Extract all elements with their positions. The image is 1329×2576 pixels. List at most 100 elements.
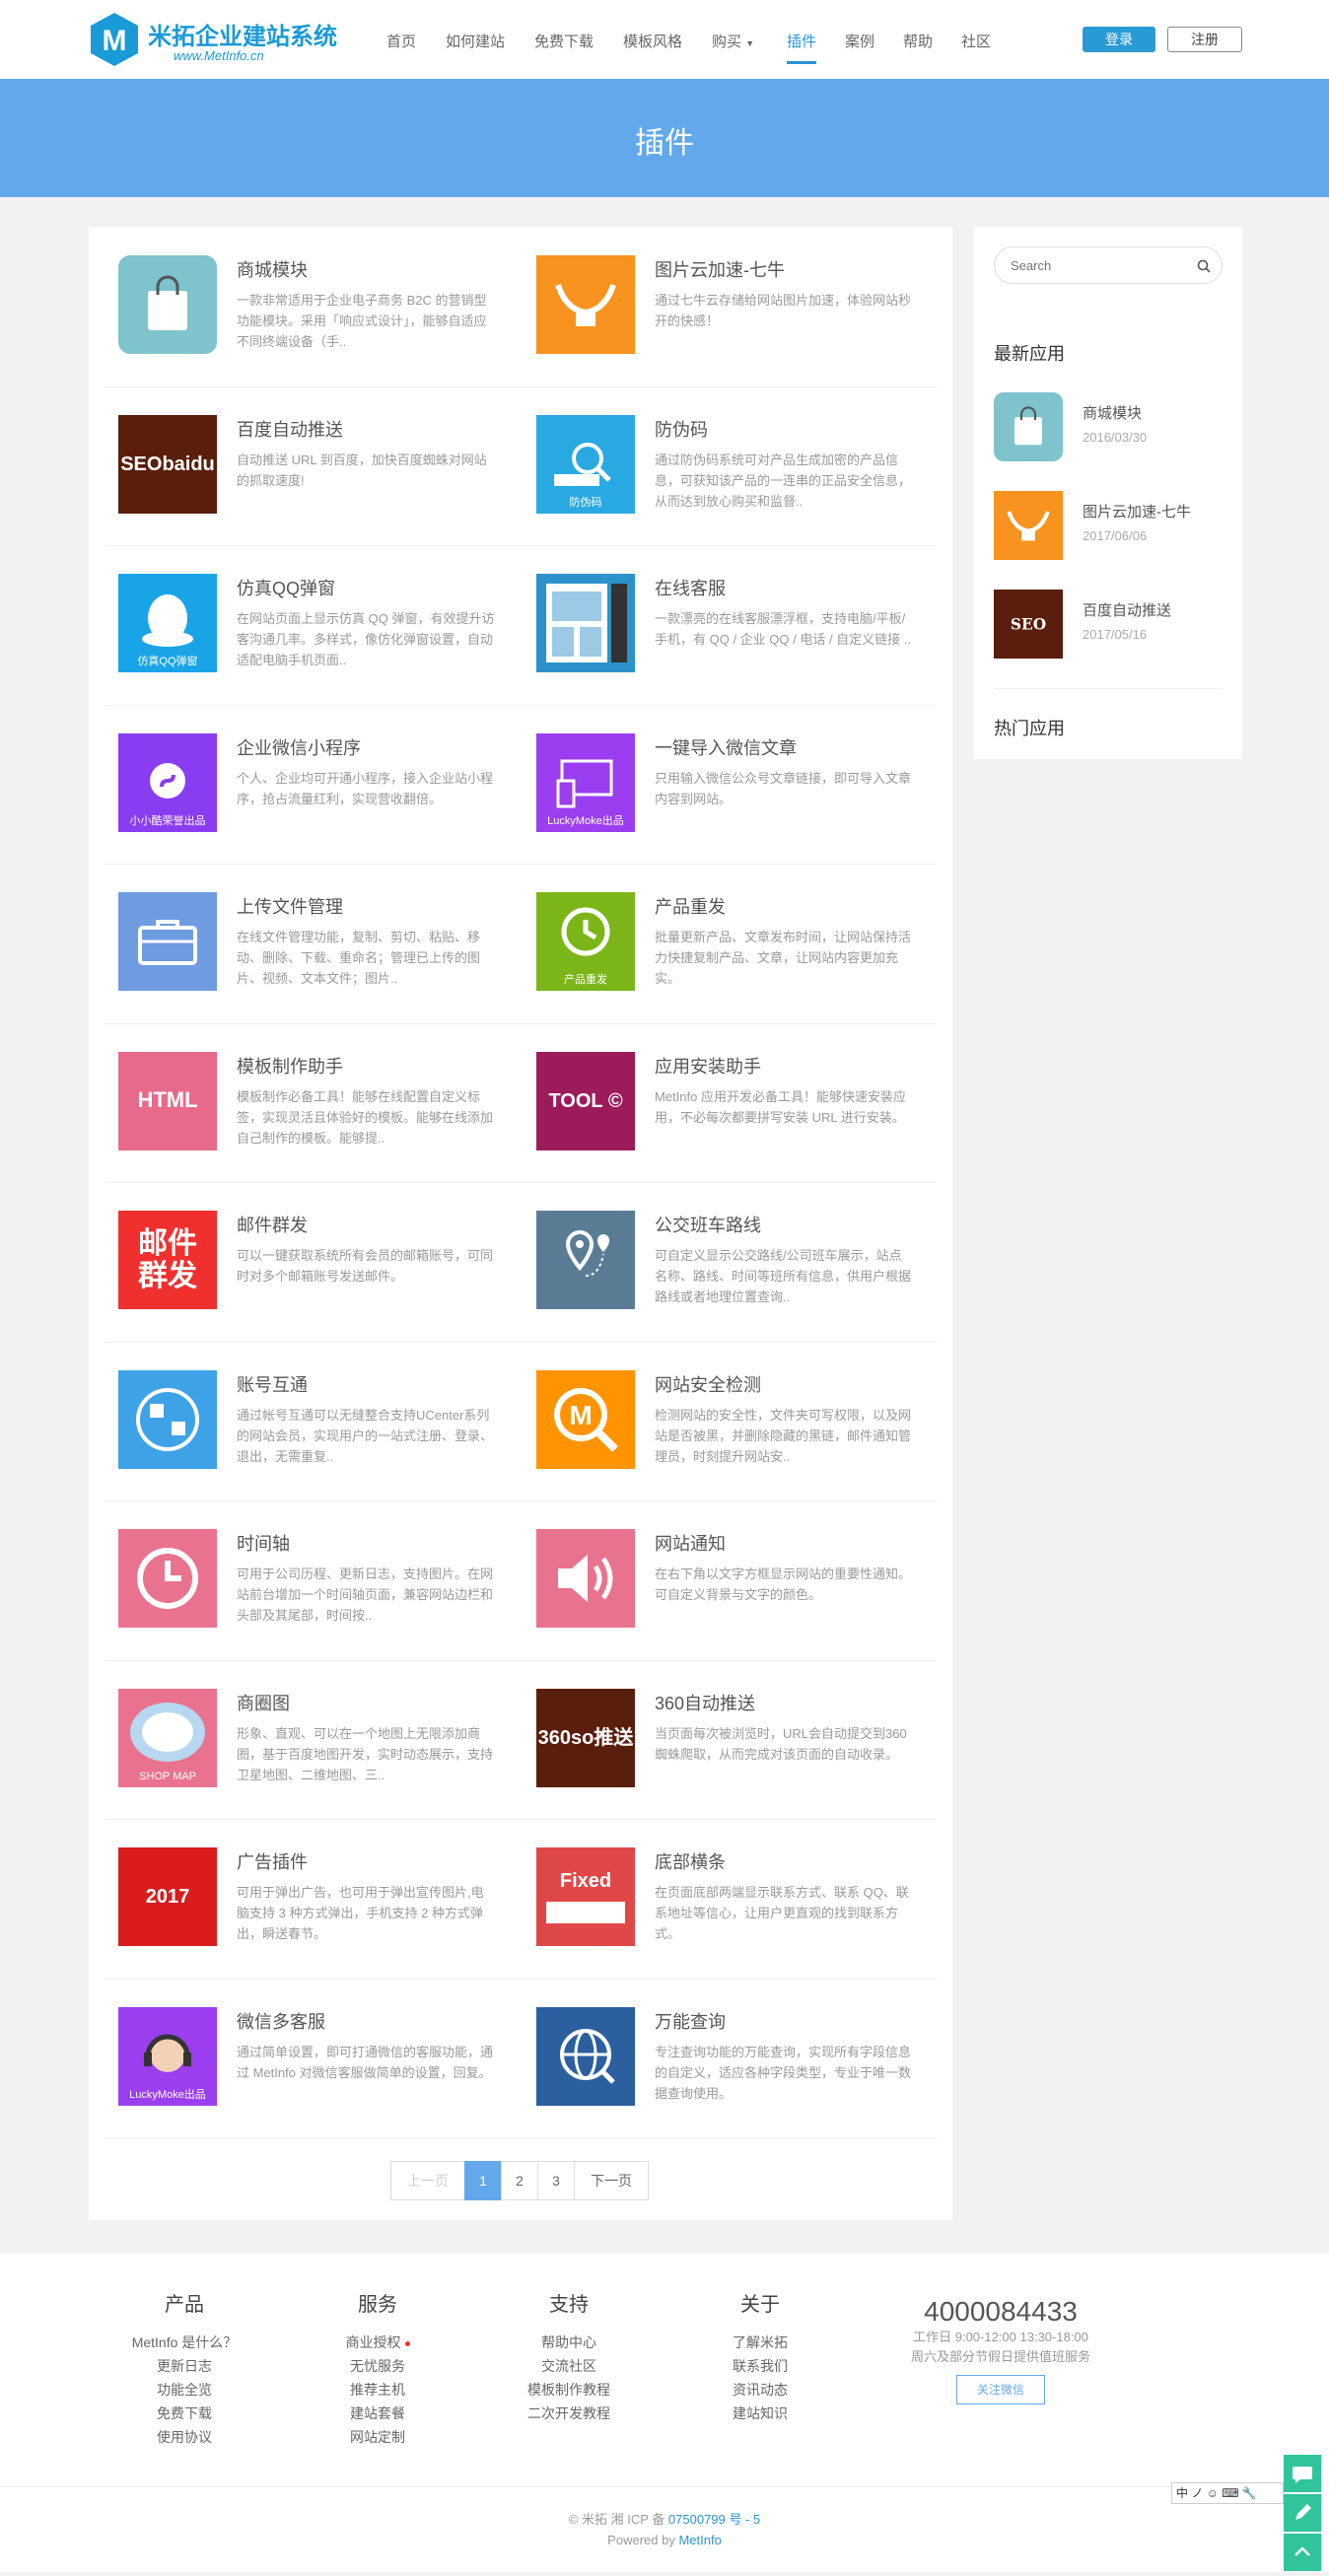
follow-wechat-button[interactable]: 关注微信 xyxy=(956,2375,1045,2404)
plugin-card[interactable]: 网站通知 在右下角以文字方框显示网站的重要性通知。可自定义背景与文字的颜色。 xyxy=(507,1500,925,1659)
nav-help[interactable]: 帮助 xyxy=(903,31,933,51)
plugin-thumb[interactable]: 邮件 群发 xyxy=(118,1211,217,1309)
nav-templates[interactable]: 模板风格 xyxy=(623,31,682,51)
plugin-title[interactable]: 百度自动推送 xyxy=(237,416,343,442)
plugin-title[interactable]: 万能查询 xyxy=(655,2008,726,2034)
plugin-card[interactable]: 产品重发 产品重发 批量更新产品、文章发布时间，让网站保持活力快捷复制产品、文章，让… xyxy=(507,864,925,1022)
plugin-thumb[interactable]: M xyxy=(536,1369,635,1469)
plugin-thumb[interactable] xyxy=(536,2006,635,2106)
footer-link[interactable]: 联系我们 xyxy=(681,2354,839,2378)
plugin-thumb[interactable]: LuckyMoke出品 xyxy=(118,2006,217,2106)
plugin-thumb[interactable]: SHOP MAP xyxy=(118,1688,217,1787)
plugin-card[interactable]: 商城模块 一款非常适用于企业电子商务 B2C 的营销型功能模块。采用「响应式设计」… xyxy=(89,227,507,385)
plugin-thumb[interactable]: 小小酷荣誉出品 xyxy=(118,732,217,832)
plugin-card[interactable]: 万能查询 专注查询功能的万能查询，实现所有字段信息的自定义，适应各种字段类型，专业… xyxy=(507,1979,925,2137)
page-3-button[interactable]: 3 xyxy=(537,2161,575,2200)
plugin-title[interactable]: 底部横条 xyxy=(655,1848,726,1874)
plugin-title[interactable]: 时间轴 xyxy=(237,1530,290,1556)
nav-home[interactable]: 首页 xyxy=(386,31,416,51)
plugin-thumb[interactable] xyxy=(536,255,635,354)
plugin-title[interactable]: 应用安装助手 xyxy=(655,1053,761,1079)
plugin-title[interactable]: 在线客服 xyxy=(655,575,726,600)
footer-link[interactable]: 资讯动态 xyxy=(681,2378,839,2402)
latest-app-item[interactable]: 商城模块 2016/03/30 xyxy=(994,392,1223,461)
plugin-thumb[interactable]: LuckyMoke出品 xyxy=(536,732,635,832)
plugin-card[interactable]: 时间轴 可用于公司历程、更新日志，支持图片。在网站前台增加一个时间轴页面，兼容网站… xyxy=(89,1500,507,1659)
plugin-title[interactable]: 模板制作助手 xyxy=(237,1053,343,1079)
login-button[interactable]: 登录 xyxy=(1083,27,1155,52)
plugin-title[interactable]: 企业微信小程序 xyxy=(237,734,361,760)
plugin-card[interactable]: 在线客服 一款漂亮的在线客服漂浮框，支持电脑/平板/手机，有 QQ / 企业 QQ… xyxy=(507,545,925,704)
plugin-thumb[interactable] xyxy=(536,1529,635,1628)
footer-link[interactable]: 二次开发教程 xyxy=(490,2402,648,2425)
footer-link[interactable]: 商业授权 xyxy=(299,2331,456,2354)
prev-page-button[interactable]: 上一页 xyxy=(390,2161,465,2200)
nav-how-to-build[interactable]: 如何建站 xyxy=(446,31,505,51)
nav-free-download[interactable]: 免费下载 xyxy=(534,31,594,51)
plugin-card[interactable]: 2017 广告插件 可用于弹出广告，也可用于弹出宣传图片,电脑支持 3 种方式弹出，… xyxy=(89,1819,507,1978)
plugin-title[interactable]: 微信多客服 xyxy=(237,2008,325,2034)
plugin-title[interactable]: 网站通知 xyxy=(655,1530,726,1556)
plugin-title[interactable]: 仿真QQ弹窗 xyxy=(237,575,335,600)
page-2-button[interactable]: 2 xyxy=(501,2161,538,2200)
footer-link[interactable]: 更新日志 xyxy=(105,2354,263,2378)
plugin-title[interactable]: 账号互通 xyxy=(237,1371,308,1397)
plugin-thumb[interactable] xyxy=(118,1529,217,1628)
footer-link[interactable]: 网站定制 xyxy=(299,2425,456,2449)
plugin-title[interactable]: 一键导入微信文章 xyxy=(655,734,797,760)
plugin-title[interactable]: 360自动推送 xyxy=(655,1690,755,1715)
plugin-thumb[interactable] xyxy=(118,892,217,991)
plugin-title[interactable]: 公交班车路线 xyxy=(655,1212,761,1237)
plugin-thumb[interactable]: 360so推送 xyxy=(536,1688,635,1787)
search-input[interactable] xyxy=(1011,255,1188,275)
plugin-title[interactable]: 防伪码 xyxy=(655,416,708,442)
footer-link[interactable]: 免费下载 xyxy=(105,2402,263,2425)
back-to-top-button[interactable] xyxy=(1284,2534,1321,2571)
search-icon[interactable] xyxy=(1196,258,1212,274)
plugin-title[interactable]: 商圈图 xyxy=(237,1690,290,1715)
plugin-title[interactable]: 图片云加速-七牛 xyxy=(655,256,785,282)
nav-cases[interactable]: 案例 xyxy=(845,31,874,51)
icp-link[interactable]: 07500799 号 - 5 xyxy=(668,2512,760,2527)
plugin-thumb[interactable]: 2017 xyxy=(118,1847,217,1946)
plugin-card[interactable]: 防伪码 防伪码 通过防伪码系统可对产品生成加密的产品信息，可获知该产品的一连串的正品… xyxy=(507,386,925,545)
footer-link[interactable]: 使用协议 xyxy=(105,2425,263,2449)
ime-toolbar[interactable]: 中 ノ ☺ ⌨ 🔧 xyxy=(1171,2482,1284,2504)
footer-link[interactable]: 建站套餐 xyxy=(299,2402,456,2425)
plugin-title[interactable]: 产品重发 xyxy=(655,893,726,919)
next-page-button[interactable]: 下一页 xyxy=(574,2161,649,2200)
plugin-thumb[interactable] xyxy=(118,1369,217,1469)
footer-link[interactable]: 了解米拓 xyxy=(681,2331,839,2354)
plugin-card[interactable]: LuckyMoke出品 微信多客服 通过简单设置，即可打通微信的客服功能，通过 Me… xyxy=(89,1979,507,2137)
metinfo-link[interactable]: MetInfo xyxy=(678,2533,721,2547)
plugin-card[interactable]: M 网站安全检测 检测网站的安全性，文件夹可写权限，以及网站是否被黑，并删除隐藏的黑… xyxy=(507,1342,925,1500)
plugin-title[interactable]: 广告插件 xyxy=(237,1848,308,1874)
nav-community[interactable]: 社区 xyxy=(961,31,991,51)
feedback-float-button[interactable] xyxy=(1284,2494,1321,2532)
footer-link[interactable]: 交流社区 xyxy=(490,2354,648,2378)
plugin-card[interactable]: 上传文件管理 在线文件管理功能，复制、剪切、粘贴、移动、删除、下载、重命名；管理已… xyxy=(89,864,507,1022)
page-1-button[interactable]: 1 xyxy=(464,2161,502,2200)
plugin-thumb[interactable]: Fixed xyxy=(536,1847,635,1946)
nav-buy[interactable]: 购买 ▼ xyxy=(712,31,754,51)
plugin-thumb[interactable]: 防伪码 xyxy=(536,414,635,514)
plugin-title[interactable]: 商城模块 xyxy=(237,256,308,282)
plugin-title[interactable]: 网站安全检测 xyxy=(655,1371,761,1397)
footer-link[interactable]: 功能全览 xyxy=(105,2378,263,2402)
plugin-thumb[interactable]: 仿真QQ弹窗 xyxy=(118,574,217,672)
footer-link[interactable]: 模板制作教程 xyxy=(490,2378,648,2402)
plugin-card[interactable]: 图片云加速-七牛 通过七牛云存储给网站图片加速，体验网站秒开的快感！ xyxy=(507,227,925,385)
register-button[interactable]: 注册 xyxy=(1167,27,1242,52)
nav-plugins[interactable]: 插件 xyxy=(787,31,816,51)
latest-app-item[interactable]: 图片云加速-七牛 2017/06/06 xyxy=(994,491,1223,560)
footer-link[interactable]: 建站知识 xyxy=(681,2402,839,2425)
plugin-card[interactable]: SEObaidu 百度自动推送 自动推送 URL 到百度，加快百度蜘蛛对网站的抓取速… xyxy=(89,386,507,545)
plugin-thumb[interactable] xyxy=(118,255,217,354)
plugin-card[interactable]: SHOP MAP 商圈图 形象、直观、可以在一个地图上无限添加商圈，基于百度地图开发… xyxy=(89,1660,507,1819)
plugin-thumb[interactable]: TOOL © xyxy=(536,1051,635,1150)
plugin-card[interactable]: TOOL © 应用安装助手 MetInfo 应用开发必备工具！能够快速安装应用，不必… xyxy=(507,1023,925,1182)
plugin-thumb[interactable] xyxy=(536,1211,635,1309)
plugin-card[interactable]: HTML 模板制作助手 模板制作必备工具！能够在线配置自定义标签，实现灵活且体验好的… xyxy=(89,1023,507,1182)
plugin-thumb[interactable]: 产品重发 xyxy=(536,892,635,991)
site-logo[interactable]: M 米拓企业建站系统 www.MetInfo.cn xyxy=(89,11,337,68)
